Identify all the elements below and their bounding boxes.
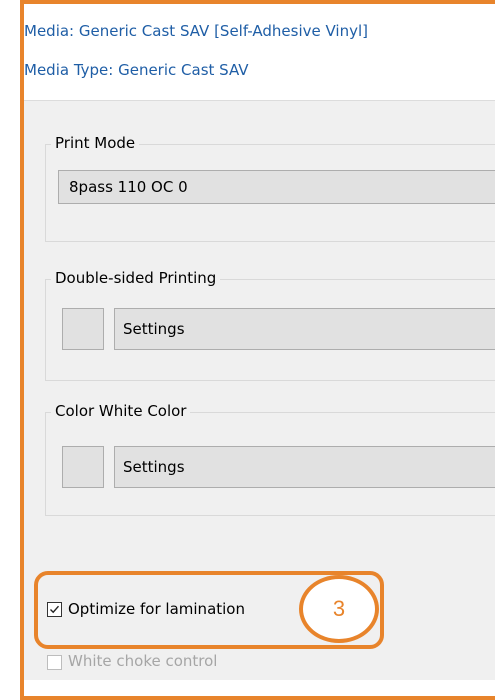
callout-number: 3	[332, 596, 346, 621]
callout-badge: 3	[299, 575, 379, 643]
